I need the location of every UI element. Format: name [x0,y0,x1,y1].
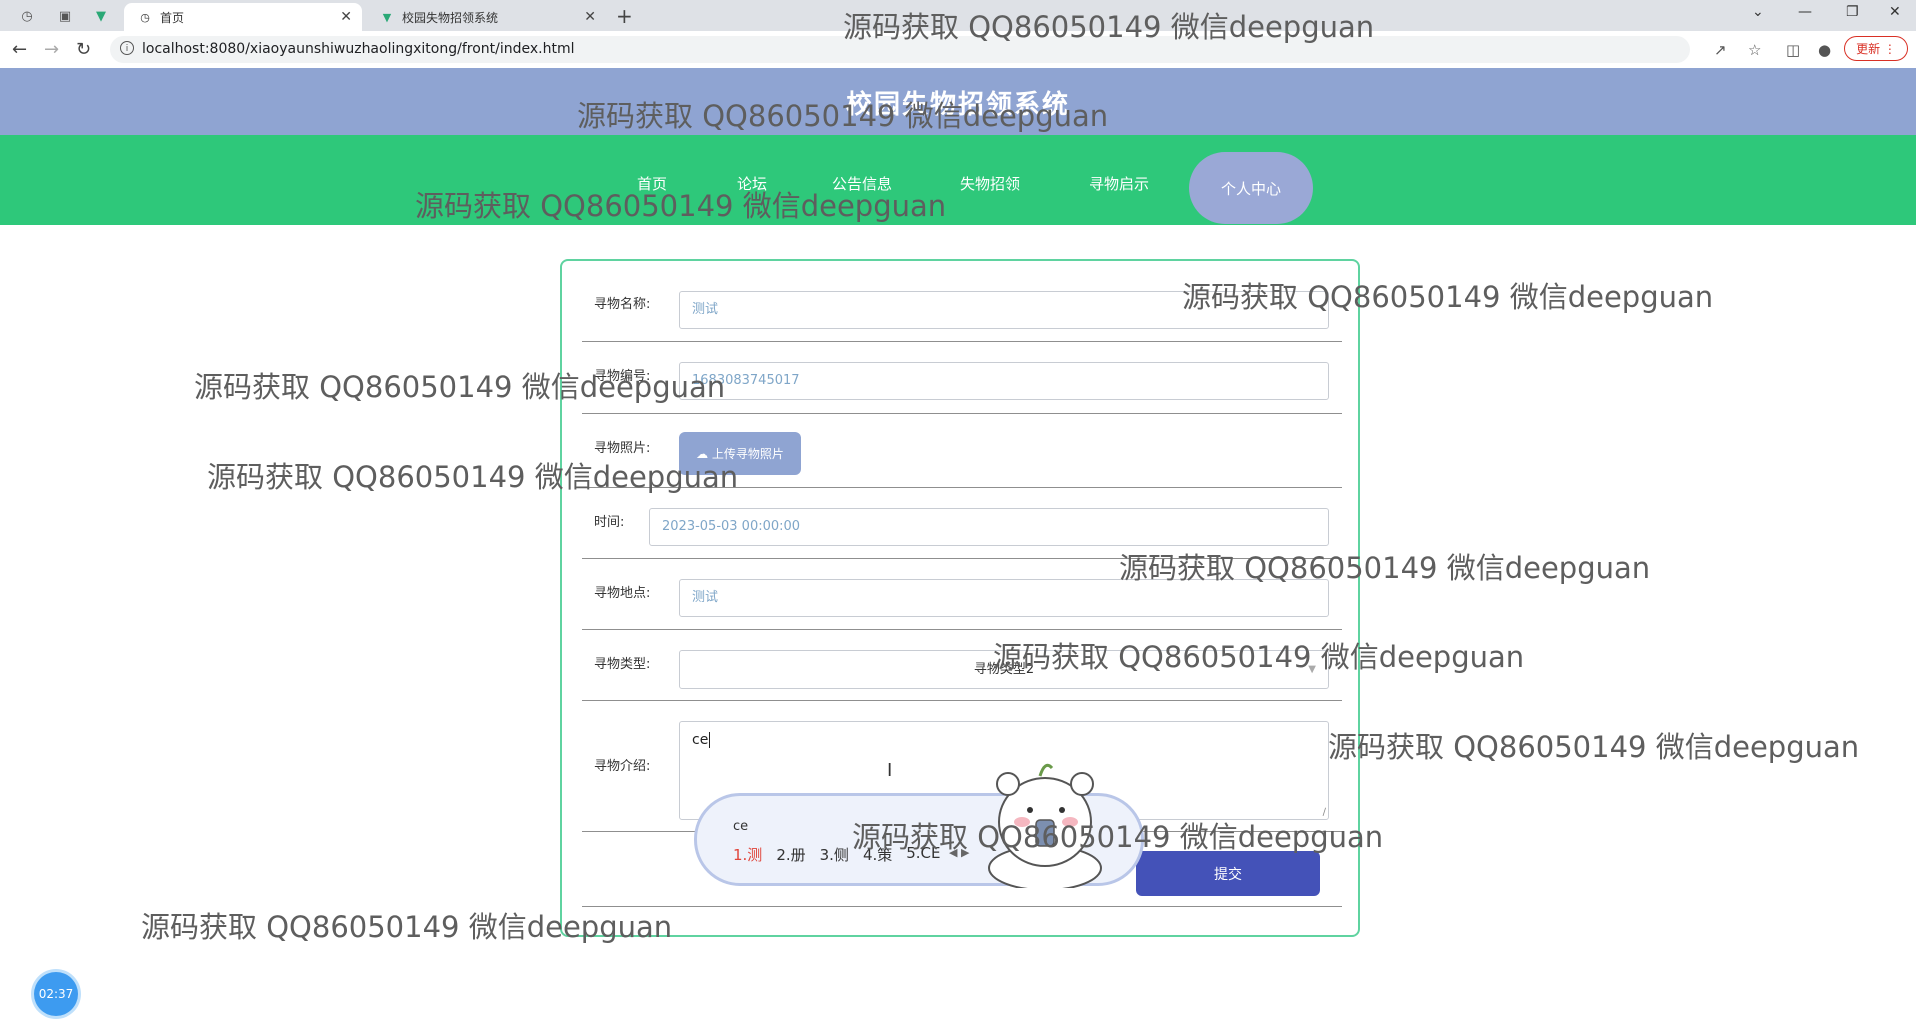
new-tab-icon[interactable]: + [616,4,633,28]
update-label: 更新 [1856,42,1881,56]
divider [582,629,1342,630]
profile-icon[interactable]: ● [1818,41,1831,59]
watermark: 源码获取 QQ86050149 微信deepguan [415,189,947,223]
ime-candidate[interactable]: 1.测 [733,844,762,865]
name-label: 寻物名称: [594,297,651,312]
text-cursor-icon: I [887,760,893,781]
pinned-tab-icon[interactable]: ▣ [52,4,78,28]
nav-personal-center-label: 个人中心 [1220,179,1281,198]
nav-personal-center[interactable]: 个人中心 [1189,152,1313,224]
watermark: 源码获取 QQ86050149 微信deepguan [1328,730,1860,764]
close-tab-icon[interactable]: ✕ [584,9,596,25]
intro-text: ce [692,732,709,748]
watermark: 源码获取 QQ86050149 微信deepguan [1119,551,1651,585]
nav-lost-found[interactable]: 失物招领 [960,173,1020,194]
back-icon[interactable]: ← [12,39,27,60]
tab-title: 首页 [160,10,185,25]
site-info-icon[interactable]: i [120,41,134,55]
nav-search-notice[interactable]: 寻物启示 [1089,173,1149,194]
watermark: 源码获取 QQ86050149 微信deepguan [993,640,1525,674]
watermark: 源码获取 QQ86050149 微信deepguan [207,460,739,494]
side-panel-icon[interactable]: ◫ [1786,41,1800,59]
type-label: 寻物类型: [594,657,651,672]
update-button[interactable]: 更新 ⋮ [1844,36,1908,61]
watermark: 源码获取 QQ86050149 微信deepguan [577,99,1109,133]
watermark: 源码获取 QQ86050149 微信deepguan [852,820,1384,854]
intro-label: 寻物介绍: [594,759,651,774]
watermark: 源码获取 QQ86050149 微信deepguan [141,910,673,944]
browser-tab-active[interactable]: ◷ 首页 ✕ [124,3,362,31]
pinned-tab-icon[interactable]: ◷ [14,4,40,28]
divider [582,700,1342,701]
watermark: 源码获取 QQ86050149 微信deepguan [843,10,1375,44]
time-label: 时间: [594,515,625,530]
watermark: 源码获取 QQ86050149 微信deepguan [1182,280,1714,314]
close-tab-icon[interactable]: ✕ [340,9,352,25]
ime-candidate[interactable]: 3.侧 [820,844,849,865]
submit-button[interactable]: 提交 [1136,851,1320,896]
bookmark-star-icon[interactable]: ☆ [1748,41,1761,59]
vue-logo-icon[interactable]: ▼ [88,4,114,28]
number-input[interactable]: 1683083745017 [679,362,1329,400]
place-label: 寻物地点: [594,586,651,601]
share-icon[interactable]: ↗ [1714,41,1727,59]
forward-icon[interactable]: → [44,39,59,60]
divider [582,341,1342,342]
main-nav: 首页 论坛 公告信息 失物招领 寻物启示 个人中心 [0,135,1916,225]
ime-candidate[interactable]: 2.册 [776,844,805,865]
text-caret [709,732,711,748]
reload-icon[interactable]: ↻ [76,39,91,60]
tab-search-icon[interactable]: ⌄ [1752,4,1764,20]
recording-timer[interactable]: 02:37 [34,972,78,1016]
browser-tab[interactable]: ▼ 校园失物招领系统 ✕ [366,3,606,31]
ime-typed-text: ce [733,819,749,834]
url-text: localhost:8080/xiaoyaunshiwuzhaolingxito… [142,41,575,57]
divider [582,413,1342,414]
restore-icon[interactable]: ❐ [1846,4,1859,20]
vue-logo-icon: ▼ [382,10,392,24]
tab-title: 校园失物招领系统 [402,10,499,25]
time-input[interactable]: 2023-05-03 00:00:00 [649,508,1329,546]
globe-icon: ◷ [140,10,150,24]
minimize-icon[interactable]: — [1798,4,1812,20]
submit-label: 提交 [1214,866,1242,883]
timer-text: 02:37 [38,987,74,1001]
watermark: 源码获取 QQ86050149 微信deepguan [194,370,726,404]
close-window-icon[interactable]: ✕ [1889,4,1901,20]
divider [582,906,1342,907]
